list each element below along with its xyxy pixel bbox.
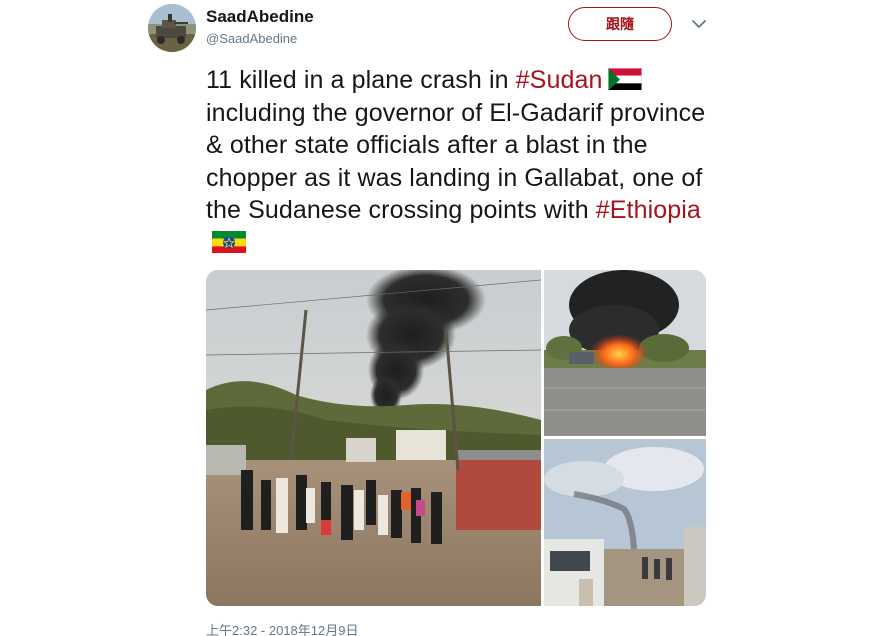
photo-distant-smoke[interactable]	[544, 439, 706, 606]
follow-button[interactable]: 跟隨	[568, 7, 672, 41]
avatar[interactable]	[148, 4, 196, 52]
avatar-image	[148, 4, 196, 52]
sudan-flag-icon	[608, 67, 643, 90]
tweet-text: 11 killed in a plane crash in #Sudan inc…	[206, 64, 706, 259]
user-info[interactable]: SaadAbedine @SaadAbedine	[206, 8, 314, 47]
tweet-text-part: 11 killed in a plane crash in	[206, 66, 516, 94]
hashtag-ethiopia[interactable]: #Ethiopia	[596, 196, 701, 224]
tweet-card: SaadAbedine @SaadAbedine 跟隨 11 killed in…	[0, 0, 890, 636]
media-grid	[206, 270, 706, 606]
user-handle[interactable]: @SaadAbedine	[206, 31, 314, 46]
hashtag-sudan[interactable]: #Sudan	[516, 66, 603, 94]
display-name[interactable]: SaadAbedine	[206, 8, 314, 26]
tweet-timestamp[interactable]: 上午2:32 - 2018年12月9日	[206, 620, 358, 636]
ethiopia-flag-icon	[212, 230, 246, 253]
chevron-down-icon[interactable]	[690, 15, 708, 33]
photo-crowd-smoke[interactable]	[206, 270, 541, 606]
photo-burning-wreck[interactable]	[544, 270, 706, 436]
